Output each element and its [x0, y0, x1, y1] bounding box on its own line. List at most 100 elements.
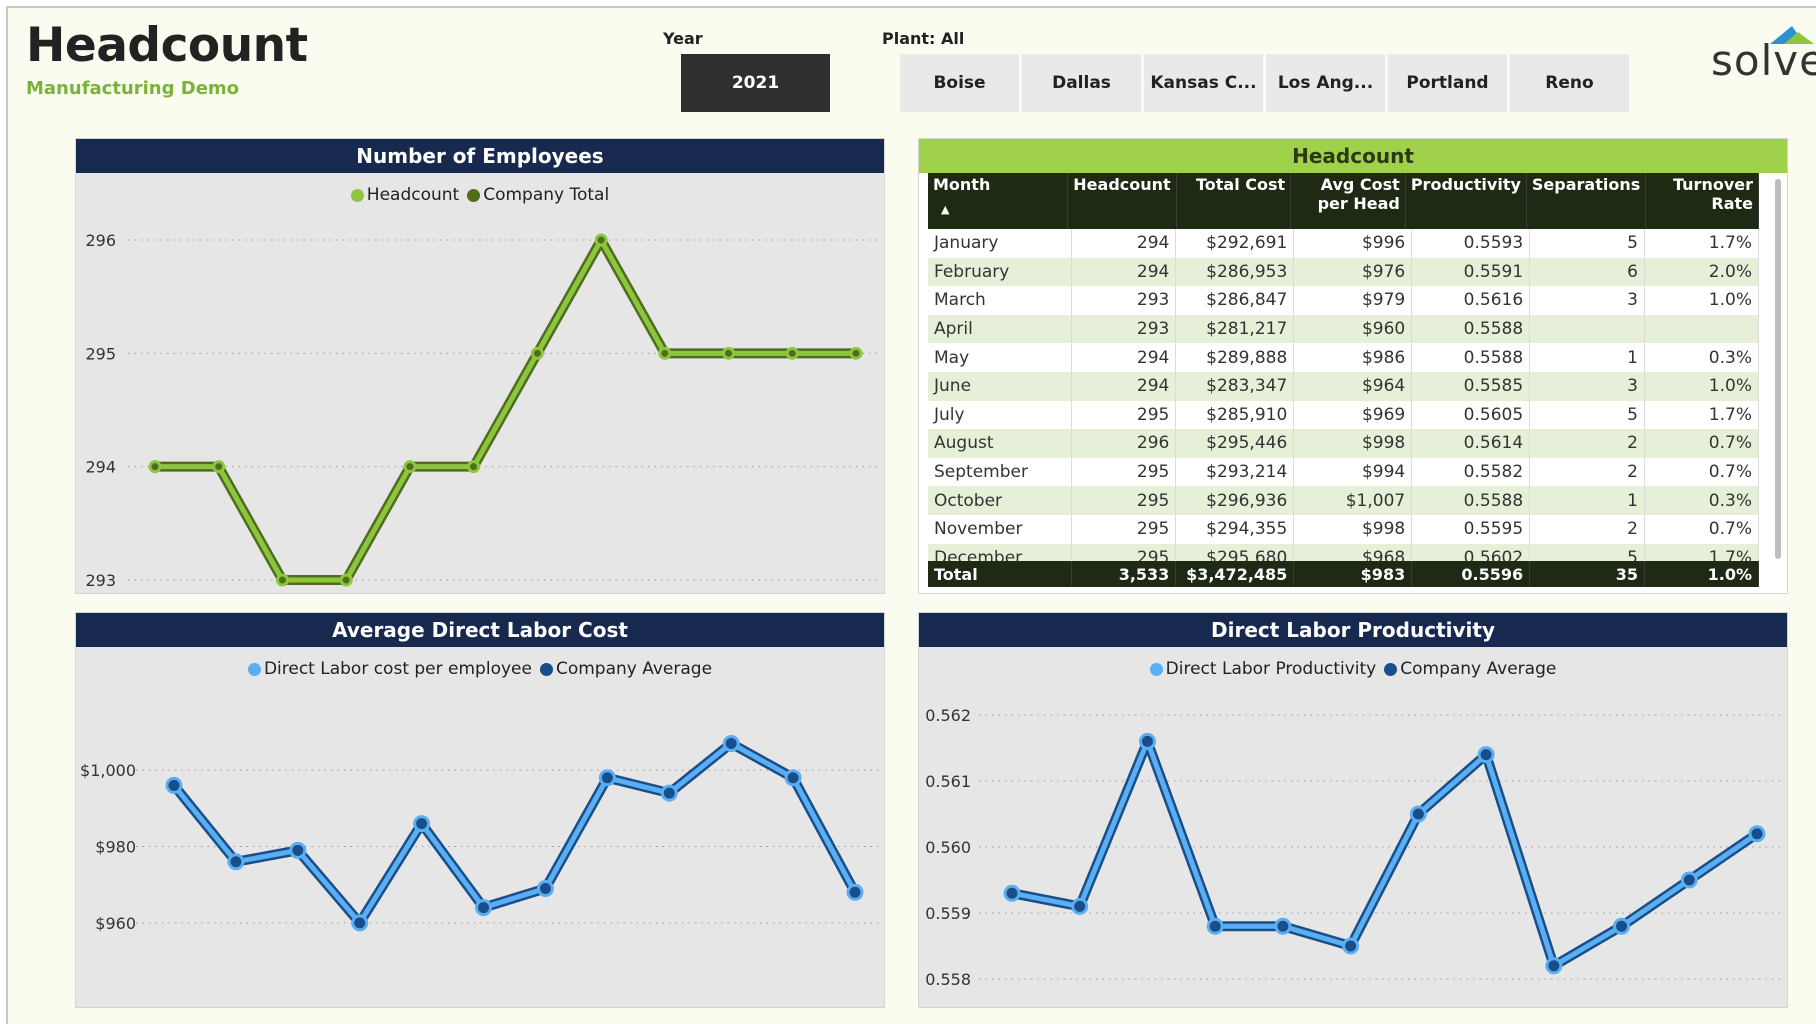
table-row[interactable]: March 293 $286,847 $979 0.5616 3 1.0%	[928, 286, 1759, 315]
data-point[interactable]	[1613, 917, 1631, 935]
data-point[interactable]	[475, 899, 493, 917]
data-point[interactable]	[413, 815, 431, 833]
column-header[interactable]: Productivity	[1405, 173, 1527, 229]
table-row[interactable]: October 295 $296,936 $1,007 0.5588 1 0.3%	[928, 486, 1759, 515]
table-cell: 0.5588	[1411, 486, 1531, 515]
page-title: Headcount	[26, 18, 308, 73]
table-row[interactable]: January 294 $292,691 $996 0.5593 5 1.7%	[928, 229, 1759, 258]
data-point[interactable]	[846, 883, 864, 901]
data-point[interactable]	[536, 879, 554, 897]
y-tick-label: $960	[95, 914, 136, 933]
data-point[interactable]	[849, 346, 863, 360]
data-point[interactable]	[148, 460, 162, 474]
data-point[interactable]	[722, 734, 740, 752]
table-cell: 1	[1529, 486, 1645, 515]
column-header[interactable]: Total Cost	[1176, 173, 1292, 229]
table-row[interactable]: August 296 $295,446 $998 0.5614 2 0.7%	[928, 429, 1759, 458]
table-cell: 0.5616	[1411, 286, 1531, 315]
total-cell: $983	[1293, 561, 1413, 587]
plant-button-los-angeles[interactable]: Los Ang...	[1266, 54, 1385, 112]
table-cell: $964	[1293, 371, 1413, 401]
table-row[interactable]: June 294 $283,347 $964 0.5585 3 1.0%	[928, 371, 1759, 401]
data-point[interactable]	[785, 346, 799, 360]
table-cell	[1644, 314, 1759, 344]
data-point[interactable]	[351, 914, 369, 932]
data-point[interactable]	[660, 784, 678, 802]
table-cell: $969	[1293, 400, 1413, 430]
data-point[interactable]	[1342, 937, 1360, 955]
table-row[interactable]: July 295 $285,910 $969 0.5605 5 1.7%	[928, 400, 1759, 430]
y-tick-label: 0.560	[925, 838, 971, 857]
data-point[interactable]	[165, 776, 183, 794]
plant-slicer-label: Plant: All	[882, 29, 965, 48]
table-cell: 1.0%	[1644, 286, 1759, 315]
plant-button-reno[interactable]: Reno	[1510, 54, 1629, 112]
data-point[interactable]	[403, 460, 417, 474]
labor-cost-line-chart: $960$980$1,000JanFebMarAprMayJunJulAugSe…	[80, 734, 880, 933]
table-cell: 2.0%	[1644, 257, 1759, 287]
table-scrollbar[interactable]	[1775, 179, 1781, 559]
data-point[interactable]	[339, 573, 353, 587]
table-body: January 294 $292,691 $996 0.5593 5 1.7% Februar…	[928, 229, 1759, 569]
table-cell: $998	[1293, 429, 1413, 458]
table-cell: 3	[1529, 286, 1645, 315]
table-row[interactable]: February 294 $286,953 $976 0.5591 6 2.0%	[928, 257, 1759, 287]
data-point[interactable]	[598, 769, 616, 787]
table-cell: 2	[1529, 514, 1645, 544]
data-point[interactable]	[658, 346, 672, 360]
column-header[interactable]: Separations	[1526, 173, 1647, 229]
table-cell: $281,217	[1175, 314, 1295, 344]
plant-button-portland[interactable]: Portland	[1388, 54, 1507, 112]
total-cell: 1.0%	[1644, 561, 1759, 587]
productivity-chart-panel: Direct Labor Productivity Direct Labor P…	[918, 612, 1788, 1008]
data-point[interactable]	[1138, 732, 1156, 750]
column-header[interactable]: Month ▲	[928, 173, 1069, 229]
data-point[interactable]	[1274, 917, 1292, 935]
table-cell: 0.5595	[1411, 514, 1531, 544]
data-point[interactable]	[212, 460, 226, 474]
plant-button-dallas[interactable]: Dallas	[1022, 54, 1141, 112]
column-header[interactable]: Avg Cost per Head	[1290, 173, 1406, 229]
table-row[interactable]: September 295 $293,214 $994 0.5582 2 0.7%	[928, 457, 1759, 487]
data-point[interactable]	[1206, 917, 1224, 935]
data-point[interactable]	[467, 460, 481, 474]
table-cell: May	[928, 343, 1073, 372]
data-point[interactable]	[594, 233, 608, 247]
series-line-company[interactable]	[1007, 736, 1762, 971]
data-point[interactable]	[530, 346, 544, 360]
y-tick-label: 0.559	[925, 904, 971, 923]
data-point[interactable]	[1680, 871, 1698, 889]
plant-button-kansas-city[interactable]: Kansas C...	[1144, 54, 1263, 112]
table-cell: $283,347	[1175, 371, 1295, 401]
sort-ascending-icon[interactable]: ▲	[941, 200, 1062, 219]
data-point[interactable]	[1545, 957, 1563, 975]
plant-button-boise[interactable]: Boise	[900, 54, 1019, 112]
table-row[interactable]: May 294 $289,888 $986 0.5588 1 0.3%	[928, 343, 1759, 372]
data-point[interactable]	[722, 346, 736, 360]
table-cell: 0.7%	[1644, 429, 1759, 458]
data-point[interactable]	[289, 841, 307, 859]
data-point[interactable]	[275, 573, 289, 587]
data-point[interactable]	[1003, 884, 1021, 902]
data-point[interactable]	[1071, 897, 1089, 915]
data-point[interactable]	[1477, 746, 1495, 764]
series-line-main[interactable]	[1009, 738, 1760, 969]
data-point[interactable]	[784, 769, 802, 787]
total-cell: $3,472,485	[1175, 561, 1295, 587]
series-line-main[interactable]	[152, 237, 859, 583]
column-header[interactable]: Turnover Rate	[1645, 173, 1759, 229]
table-cell: $960	[1293, 314, 1413, 344]
table-cell: 6	[1529, 257, 1645, 287]
data-point[interactable]	[1409, 805, 1427, 823]
productivity-line-chart: 0.5580.5590.5600.5610.562JanFebMarAprMay…	[925, 706, 1783, 989]
table-cell: $994	[1293, 457, 1413, 487]
table-cell: 2	[1529, 429, 1645, 458]
table-body-viewport[interactable]: January 294 $292,691 $996 0.5593 5 1.7% Februar…	[928, 229, 1759, 569]
data-point[interactable]	[227, 853, 245, 871]
table-row[interactable]: November 295 $294,355 $998 0.5595 2 0.7%	[928, 514, 1759, 544]
data-point[interactable]	[1748, 825, 1766, 843]
year-slicer-button[interactable]: 2021	[681, 54, 830, 112]
table-row[interactable]: April 293 $281,217 $960 0.5588	[928, 314, 1759, 344]
column-header[interactable]: Headcount	[1067, 173, 1177, 229]
table-cell: 5	[1529, 229, 1645, 258]
